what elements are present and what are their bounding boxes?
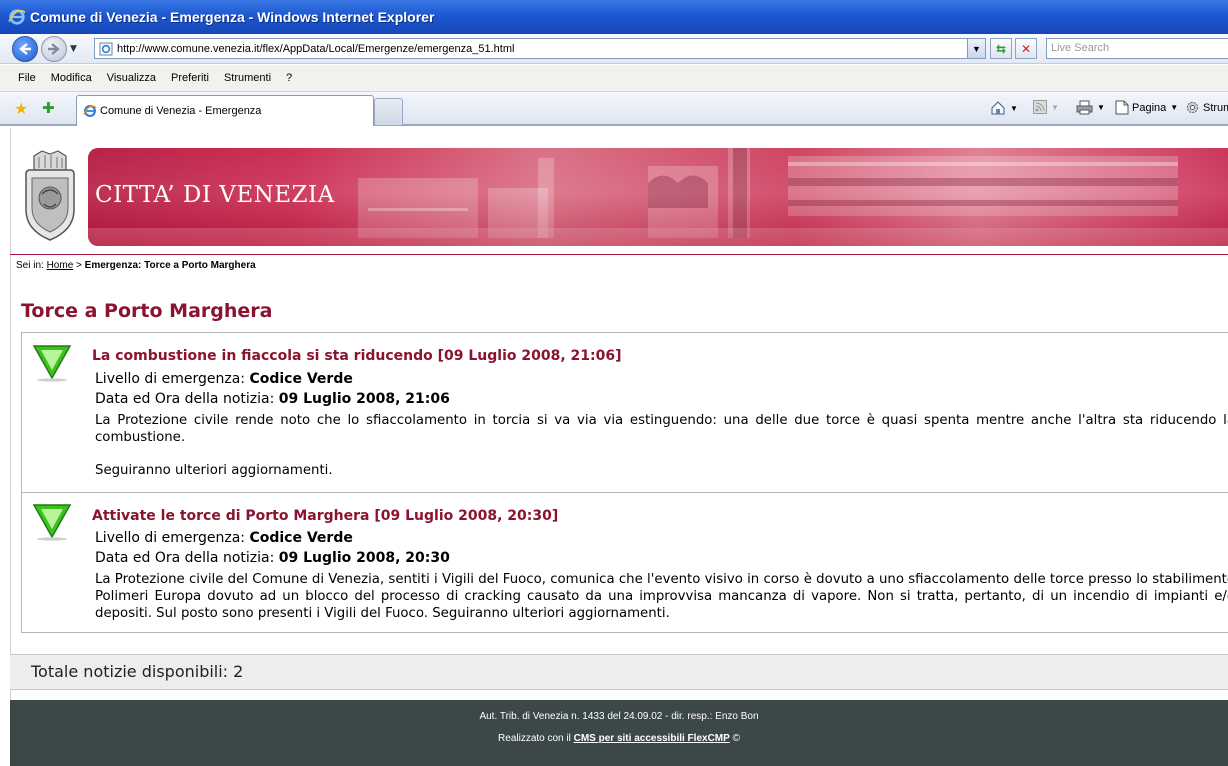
news-body: La Protezione civile del Comune di Venez… <box>95 572 1228 621</box>
banner-divider <box>10 254 1228 255</box>
ie-icon <box>8 9 26 25</box>
news-item: Attivate le torce di Porto Marghera [09 … <box>22 493 1228 634</box>
url-text: http://www.comune.venezia.it/flex/AppDat… <box>117 42 515 55</box>
page-footer: Aut. Trib. di Venezia n. 1433 del 24.09.… <box>10 700 1228 766</box>
news-date: Data ed Ora della notizia: 09 Luglio 200… <box>95 391 450 407</box>
news-level-value: Codice Verde <box>249 530 353 546</box>
page-title: Torce a Porto Marghera <box>21 300 273 322</box>
news-item: La combustione in fiaccola si sta riduce… <box>22 333 1228 493</box>
footer-legal: Aut. Trib. di Venezia n. 1433 del 24.09.… <box>479 711 759 722</box>
favorites-star-icon[interactable]: ★ <box>14 99 28 118</box>
menu-modifica[interactable]: Modifica <box>51 72 92 84</box>
search-input[interactable]: Live Search <box>1046 38 1228 59</box>
ie-page-icon <box>99 42 113 55</box>
url-dropdown-icon[interactable]: ▼ <box>967 39 985 58</box>
add-favorite-icon[interactable]: ✚ <box>42 99 55 117</box>
stop-button[interactable]: ✕ <box>1015 38 1037 59</box>
breadcrumb-prefix: Sei in: <box>16 260 44 271</box>
menu-visualizza[interactable]: Visualizza <box>107 72 156 84</box>
news-date-label: Data ed Ora della notizia: <box>95 391 275 407</box>
address-bar: ▼ http://www.comune.venezia.it/flex/AppD… <box>0 34 1228 64</box>
news-date: Data ed Ora della notizia: 09 Luglio 200… <box>95 550 450 566</box>
ie-icon <box>83 105 97 117</box>
venezia-coat-of-arms-icon <box>25 150 75 241</box>
footer-copyright: © <box>732 733 740 744</box>
breadcrumb-separator: > <box>76 260 82 271</box>
tools-menu-button[interactable]: Strumenti <box>1185 100 1228 115</box>
news-level-label: Livello di emergenza: <box>95 371 246 387</box>
home-dropdown-icon[interactable]: ▼ <box>1010 104 1018 113</box>
page-icon <box>1115 100 1129 115</box>
menu-preferiti[interactable]: Preferiti <box>171 72 209 84</box>
menu-file[interactable]: File <box>18 72 36 84</box>
breadcrumb: Sei in: Home > Emergenza: Torce a Porto … <box>16 260 256 271</box>
history-dropdown-icon[interactable]: ▼ <box>70 44 77 54</box>
page-menu-label: Pagina <box>1132 101 1167 114</box>
green-triangle-icon <box>32 504 72 541</box>
news-date-label: Data ed Ora della notizia: <box>95 550 275 566</box>
web-page: CITTA’ DI VENEZIA Sei in: Home > Emergen… <box>10 128 1228 766</box>
news-level: Livello di emergenza: Codice Verde <box>95 530 353 546</box>
news-body-followup: Seguiranno ulteriori aggiornamenti. <box>95 463 333 478</box>
rss-feed-icon <box>1033 100 1047 114</box>
tab-bar: ★ ✚ Comune di Venezia - Emergenza ▼ ▼ ▼ <box>0 92 1228 126</box>
print-button[interactable]: ▼ <box>1076 100 1105 115</box>
page-dropdown-icon[interactable]: ▼ <box>1170 103 1178 112</box>
printer-icon <box>1076 100 1093 115</box>
news-level: Livello di emergenza: Codice Verde <box>95 371 353 387</box>
tab-label: Comune di Venezia - Emergenza <box>100 105 262 117</box>
tab-comune-venezia[interactable]: Comune di Venezia - Emergenza <box>76 95 374 126</box>
page-menu-button[interactable]: Pagina ▼ <box>1115 100 1178 115</box>
news-level-label: Livello di emergenza: <box>95 530 246 546</box>
refresh-icon: ⇆ <box>995 41 1007 56</box>
menu-bar: File Modifica Visualizza Preferiti Strum… <box>0 65 1228 92</box>
arrow-left-icon <box>19 43 31 55</box>
news-date-value: 09 Luglio 2008, 20:30 <box>278 550 450 566</box>
url-field[interactable]: http://www.comune.venezia.it/flex/AppDat… <box>94 38 986 59</box>
tools-menu-label: Strumenti <box>1203 101 1228 114</box>
news-body: La Protezione civile rende noto che lo s… <box>95 413 1228 445</box>
close-icon: ✕ <box>1020 41 1032 56</box>
window-title: Comune di Venezia - Emergenza - Windows … <box>30 9 435 25</box>
news-level-value: Codice Verde <box>249 371 353 387</box>
news-date-value: 09 Luglio 2008, 21:06 <box>278 391 450 407</box>
banner-title: CITTA’ DI VENEZIA <box>95 182 335 208</box>
home-button[interactable]: ▼ <box>990 100 1018 116</box>
flexcmp-link[interactable]: CMS per siti accessibili FlexCMP <box>574 733 730 744</box>
breadcrumb-current: Emergenza: Torce a Porto Marghera <box>84 260 256 271</box>
home-icon <box>991 101 1005 115</box>
news-list: La combustione in fiaccola si sta riduce… <box>21 332 1228 633</box>
back-button[interactable] <box>12 36 38 62</box>
footer-credits: Realizzato con il CMS per siti accessibi… <box>10 733 1228 744</box>
arrow-right-icon <box>48 43 60 55</box>
window-titlebar: Comune di Venezia - Emergenza - Windows … <box>0 0 1228 34</box>
green-triangle-icon <box>32 345 72 382</box>
total-news-count: Totale notizie disponibili: 2 <box>10 654 1228 690</box>
new-tab-button[interactable] <box>374 98 403 125</box>
gear-icon <box>1186 101 1199 114</box>
site-banner: CITTA’ DI VENEZIA <box>88 148 1228 246</box>
refresh-button[interactable]: ⇆ <box>990 38 1012 59</box>
news-heading[interactable]: La combustione in fiaccola si sta riduce… <box>92 348 622 364</box>
news-heading[interactable]: Attivate le torce di Porto Marghera [09 … <box>92 508 558 524</box>
forward-button[interactable] <box>41 36 67 62</box>
feeds-dropdown-icon[interactable]: ▼ <box>1051 103 1059 112</box>
menu-help[interactable]: ? <box>286 72 292 84</box>
menu-strumenti[interactable]: Strumenti <box>224 72 271 84</box>
search-placeholder: Live Search <box>1051 42 1110 54</box>
footer-credits-prefix: Realizzato con il <box>498 733 571 744</box>
breadcrumb-home-link[interactable]: Home <box>47 260 74 271</box>
feeds-button[interactable]: ▼ <box>1033 100 1059 114</box>
print-dropdown-icon[interactable]: ▼ <box>1097 103 1105 112</box>
